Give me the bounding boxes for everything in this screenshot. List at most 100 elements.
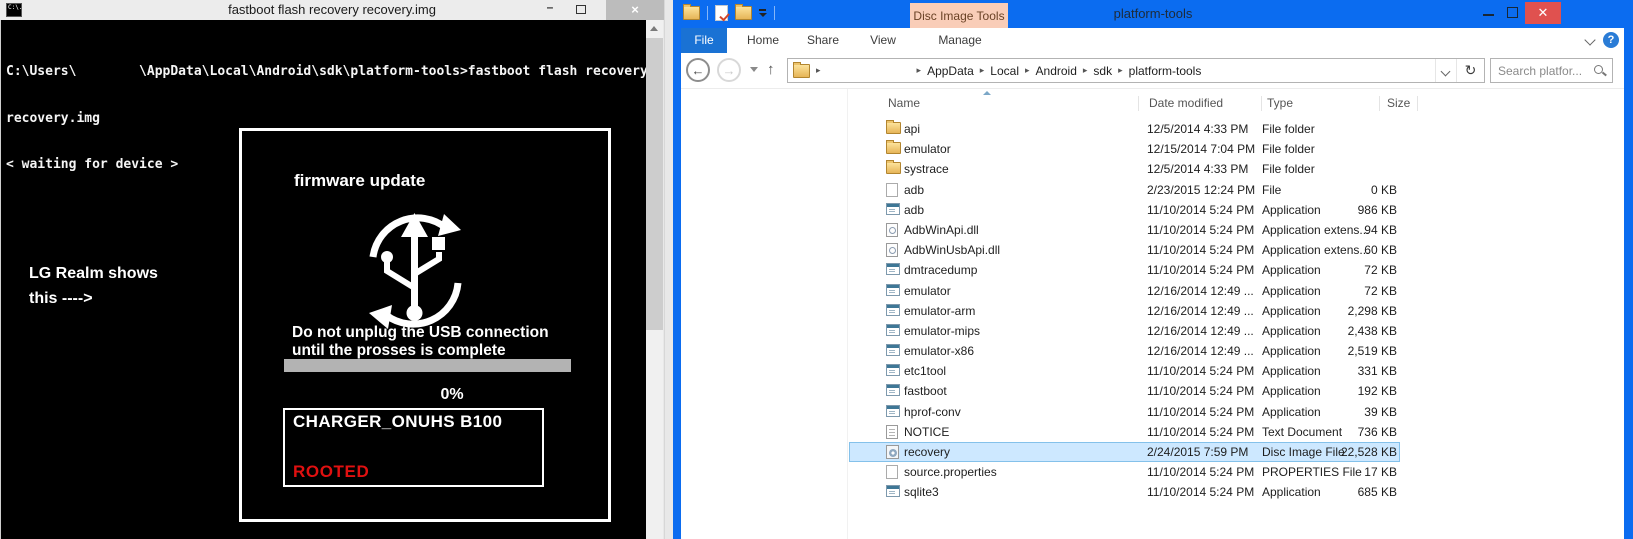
column-header-size[interactable]: Size <box>1387 96 1410 110</box>
explorer-minimize-button[interactable] <box>1483 14 1494 16</box>
breadcrumb-item[interactable]: Android <box>1036 64 1077 78</box>
breadcrumb-item[interactable]: Local <box>990 64 1019 78</box>
breadcrumb-chevron-icon[interactable]: ▸ <box>980 65 985 76</box>
folder-icon <box>886 122 901 134</box>
cmd-scrollbar[interactable] <box>646 20 663 539</box>
file-size: 17 KB <box>1299 465 1397 479</box>
cmd-minimize-button[interactable]: – <box>541 0 559 20</box>
search-icon <box>1592 63 1608 79</box>
file-date-modified: 11/10/2014 5:24 PM <box>1147 364 1254 378</box>
firmware-progress-bar <box>284 359 571 372</box>
file-row[interactable]: sqlite3 11/10/2014 5:24 PM Application 6… <box>849 482 1400 502</box>
forward-button[interactable]: → <box>717 58 741 82</box>
file-type: File folder <box>1262 162 1315 176</box>
sort-ascending-icon <box>983 91 991 95</box>
file-name: adb <box>904 203 924 217</box>
file-date-modified: 2/24/2015 7:59 PM <box>1147 445 1248 459</box>
column-headers: Name Date modified Type Size <box>849 91 1429 115</box>
back-button[interactable]: ← <box>686 58 710 82</box>
file-date-modified: 12/16/2014 12:49 ... <box>1147 344 1254 358</box>
recent-locations-caret-icon[interactable] <box>750 67 758 72</box>
scrollbar-thumb[interactable] <box>646 38 663 330</box>
cmd-close-button[interactable]: × <box>606 0 664 20</box>
cmd-titlebar[interactable]: C:\. fastboot flash recovery recovery.im… <box>0 0 664 20</box>
column-separator[interactable] <box>1261 96 1262 111</box>
breadcrumb-chevron-icon[interactable]: ▸ <box>1025 65 1030 76</box>
breadcrumb-item[interactable]: sdk <box>1093 64 1112 78</box>
explorer-close-button[interactable]: ✕ <box>1525 2 1561 24</box>
file-date-modified: 12/16/2014 12:49 ... <box>1147 324 1254 338</box>
file-row[interactable]: recovery 2/24/2015 7:59 PM Disc Image Fi… <box>849 442 1400 462</box>
file-type: File folder <box>1262 142 1315 156</box>
file-date-modified: 11/10/2014 5:24 PM <box>1147 425 1254 439</box>
search-input[interactable] <box>1491 64 1592 78</box>
file-type: File folder <box>1262 122 1315 136</box>
tab-manage[interactable]: Manage <box>925 28 995 53</box>
file-row[interactable]: api 12/5/2014 4:33 PM File folder <box>849 119 1400 139</box>
file-row[interactable]: systrace 12/5/2014 4:33 PM File folder <box>849 159 1400 179</box>
refresh-button[interactable]: ↻ <box>1456 59 1484 82</box>
help-button[interactable]: ? <box>1603 32 1619 48</box>
address-dropdown-chevron-icon[interactable] <box>1435 59 1456 82</box>
breadcrumb-chevron-icon[interactable]: ▸ <box>1083 65 1088 76</box>
file-name: sqlite3 <box>904 485 939 499</box>
app-icon <box>886 364 900 376</box>
file-size: 72 KB <box>1299 263 1397 277</box>
file-name: adb <box>904 183 924 197</box>
collapse-ribbon-chevron-icon[interactable] <box>1586 36 1595 45</box>
file-size: 2,438 KB <box>1299 324 1397 338</box>
breadcrumb-chevron-icon[interactable]: ▸ <box>816 65 821 76</box>
dll-icon <box>886 243 898 257</box>
file-name: fastboot <box>904 384 947 398</box>
file-row[interactable]: adb 2/23/2015 12:24 PM File 0 KB <box>849 180 1400 200</box>
cmd-console-area: C:\Users\ \AppData\Local\Android\sdk\pla… <box>0 20 646 539</box>
column-separator[interactable] <box>1417 96 1418 111</box>
file-date-modified: 11/10/2014 5:24 PM <box>1147 384 1254 398</box>
explorer-maximize-button[interactable] <box>1507 7 1518 18</box>
column-header-name[interactable]: Name <box>888 96 920 110</box>
file-date-modified: 11/10/2014 5:24 PM <box>1147 203 1254 217</box>
address-breadcrumb-bar[interactable]: ▸ ▸ AppData ▸ Local ▸ Android ▸ sdk ▸ platform-too… <box>787 58 1485 83</box>
breadcrumb-item[interactable]: AppData <box>927 64 974 78</box>
up-one-level-button[interactable]: ↑ <box>767 61 775 78</box>
file-date-modified: 12/15/2014 7:04 PM <box>1147 142 1255 156</box>
app-icon <box>886 263 900 275</box>
tab-home[interactable]: Home <box>733 28 793 53</box>
breadcrumb-chevron-icon[interactable]: ▸ <box>917 65 922 76</box>
usb-update-icon <box>358 213 476 331</box>
file-row[interactable]: emulator 12/16/2014 12:49 ... Applicatio… <box>849 281 1400 301</box>
tab-share[interactable]: Share <box>793 28 853 53</box>
column-separator[interactable] <box>1379 96 1380 111</box>
tab-file[interactable]: File <box>681 28 727 53</box>
breadcrumb-item[interactable]: platform-tools <box>1129 64 1202 78</box>
search-box[interactable] <box>1490 58 1613 83</box>
file-name: hprof-conv <box>904 405 961 419</box>
dll-icon <box>886 223 898 237</box>
column-header-date-modified[interactable]: Date modified <box>1149 96 1223 110</box>
file-row[interactable]: AdbWinUsbApi.dll 11/10/2014 5:24 PM Appl… <box>849 240 1400 260</box>
file-row[interactable]: NOTICE 11/10/2014 5:24 PM Text Document … <box>849 422 1400 442</box>
folder-icon <box>886 162 901 174</box>
file-row[interactable]: emulator 12/15/2014 7:04 PM File folder <box>849 139 1400 159</box>
file-size: 2,298 KB <box>1299 304 1397 318</box>
file-list-area: Name Date modified Type Size api 12/5/20… <box>681 89 1624 539</box>
cmd-restore-button[interactable] <box>572 0 590 20</box>
navigation-pane-separator <box>847 89 848 539</box>
file-row[interactable]: emulator-mips 12/16/2014 12:49 ... Appli… <box>849 321 1400 341</box>
file-name: dmtracedump <box>904 263 977 277</box>
file-row[interactable]: etc1tool 11/10/2014 5:24 PM Application … <box>849 361 1400 381</box>
file-row[interactable]: source.properties 11/10/2014 5:24 PM PRO… <box>849 462 1400 482</box>
tab-view[interactable]: View <box>855 28 911 53</box>
annotation-text: LG Realm shows this ----> <box>29 261 158 311</box>
breadcrumb-chevron-icon[interactable]: ▸ <box>1118 65 1123 76</box>
file-row[interactable]: dmtracedump 11/10/2014 5:24 PM Applicati… <box>849 260 1400 280</box>
file-row[interactable]: fastboot 11/10/2014 5:24 PM Application … <box>849 381 1400 401</box>
file-row[interactable]: emulator-x86 12/16/2014 12:49 ... Applic… <box>849 341 1400 361</box>
file-row[interactable]: emulator-arm 12/16/2014 12:49 ... Applic… <box>849 301 1400 321</box>
column-separator[interactable] <box>1138 96 1139 111</box>
column-header-type[interactable]: Type <box>1267 96 1293 110</box>
file-row[interactable]: hprof-conv 11/10/2014 5:24 PM Applicatio… <box>849 402 1400 422</box>
file-row[interactable]: AdbWinApi.dll 11/10/2014 5:24 PM Applica… <box>849 220 1400 240</box>
file-row[interactable]: adb 11/10/2014 5:24 PM Application 986 K… <box>849 200 1400 220</box>
scroll-up-arrow-icon[interactable] <box>646 20 663 37</box>
